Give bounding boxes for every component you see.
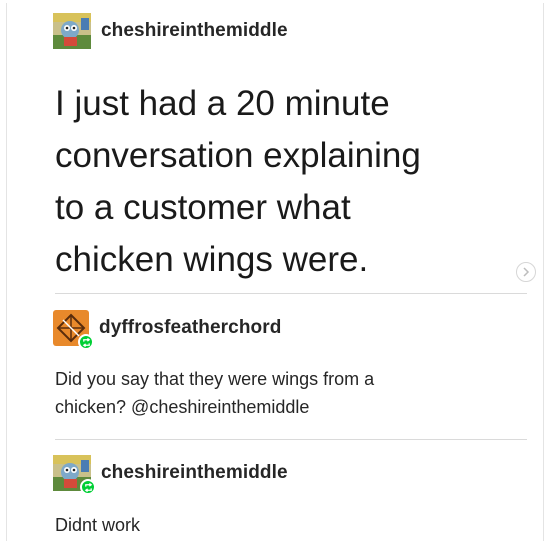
username[interactable]: dyffrosfeatherchord xyxy=(99,317,281,339)
post-header: cheshireinthemiddle xyxy=(53,455,288,495)
reblog-badge xyxy=(78,334,94,350)
post-body: Didnt work xyxy=(55,515,141,535)
username[interactable]: cheshireinthemiddle xyxy=(101,462,288,484)
post-header: dyffrosfeatherchord xyxy=(53,310,281,350)
avatar[interactable] xyxy=(53,455,96,495)
cartoon-avatar-icon xyxy=(53,13,91,49)
avatar[interactable] xyxy=(53,310,94,350)
reblog-icon xyxy=(82,337,90,347)
avatar[interactable] xyxy=(53,13,91,49)
post-frame: cheshireinthemiddle I just had a 20 minu… xyxy=(6,3,544,541)
divider xyxy=(55,439,527,440)
divider xyxy=(55,293,527,294)
next-button[interactable] xyxy=(516,262,536,282)
post-body: Did you say that they were wings from a … xyxy=(55,369,375,417)
post-body: I just had a 20 minute conversation expl… xyxy=(55,84,421,279)
post-header: cheshireinthemiddle xyxy=(53,13,288,49)
username[interactable]: cheshireinthemiddle xyxy=(101,20,288,42)
chevron-right-icon xyxy=(523,267,530,277)
reblog-icon xyxy=(84,482,92,492)
reblog-badge xyxy=(80,479,96,495)
